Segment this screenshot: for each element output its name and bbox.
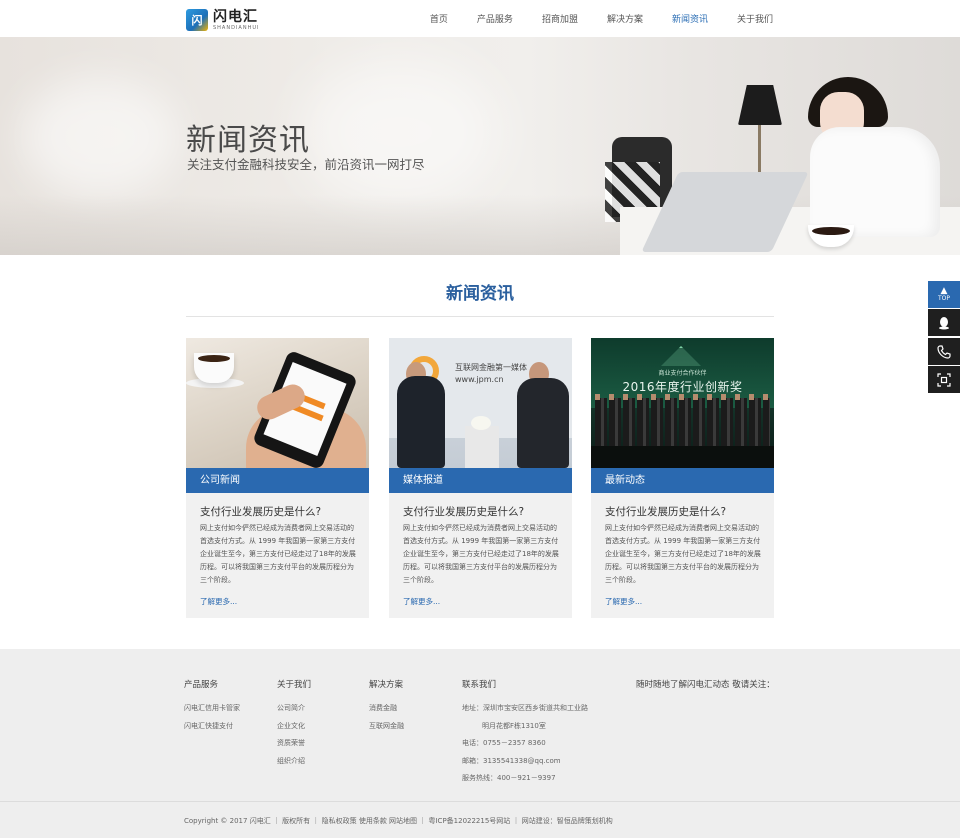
logo-mark-icon: 闪 bbox=[186, 9, 208, 31]
footer-heading: 产品服务 bbox=[184, 680, 219, 690]
logo-name: 闪电汇 bbox=[213, 8, 258, 25]
banner-coffee bbox=[812, 227, 850, 235]
banner-title: 新闻资讯 bbox=[186, 123, 310, 158]
footer-col-solutions: 解决方案 消费金融 互联网金融 bbox=[369, 678, 404, 735]
qr-code-icon bbox=[937, 372, 951, 387]
news-card-title[interactable]: 支付行业发展历史是什么? bbox=[200, 504, 321, 519]
footer-heading: 关于我们 bbox=[277, 680, 312, 690]
banner-lamp bbox=[738, 85, 782, 125]
qq-icon bbox=[939, 316, 949, 329]
footer-hotline: 服务热线：400－921－9397 bbox=[462, 774, 556, 782]
footer-divider bbox=[0, 801, 960, 802]
award-recipients-heads bbox=[595, 394, 770, 400]
news-card-more-link[interactable]: 了解更多... bbox=[403, 596, 440, 607]
footer-link[interactable]: 公司简介 bbox=[277, 700, 311, 718]
award-recipients bbox=[595, 398, 770, 448]
news-card-category[interactable]: 最新动态 bbox=[591, 468, 774, 493]
news-card-more-link[interactable]: 了解更多... bbox=[605, 596, 642, 607]
logo-text: 闪电汇 SHANDIANHUI bbox=[213, 10, 259, 31]
nav-home[interactable]: 首页 bbox=[430, 12, 448, 25]
nav-products[interactable]: 产品服务 bbox=[477, 12, 513, 25]
footer-email: 邮箱：3135541338@qq.com bbox=[462, 756, 561, 765]
interviewer bbox=[397, 376, 445, 468]
back-to-top-label: TOP bbox=[937, 295, 950, 302]
phone-button[interactable] bbox=[928, 338, 960, 365]
news-card-company[interactable]: 公司新闻 支付行业发展历史是什么? 网上支付如今俨然已经成为消费者网上交易活动的… bbox=[186, 338, 369, 618]
qr-code-button[interactable] bbox=[928, 366, 960, 393]
footer-address: 地址：深圳市宝安区西乡街道共和工业路 bbox=[462, 704, 588, 712]
backdrop-text: 互联网金融第一媒体 bbox=[455, 363, 527, 372]
footer-heading: 联系我们 bbox=[462, 680, 497, 690]
footer-col-about: 关于我们 公司简介 企业文化 资质荣誉 组织介绍 bbox=[277, 678, 311, 770]
flowers bbox=[471, 416, 491, 430]
nav-about[interactable]: 关于我们 bbox=[737, 12, 773, 25]
news-card-desc: 网上支付如今俨然已经成为消费者网上交易活动的首选支付方式。从 1999 年我国第… bbox=[200, 524, 356, 584]
site-footer: 产品服务 闪电汇信用卡管家 闪电汇快捷支付 关于我们 公司简介 企业文化 资质荣… bbox=[0, 649, 960, 838]
footer-link[interactable]: 组织介绍 bbox=[277, 753, 311, 771]
banner-bokeh bbox=[20, 77, 180, 197]
footer-col-contact: 联系我们 地址：深圳市宝安区西乡街道共和工业路 明月花都F栋1310室 电话：0… bbox=[462, 678, 588, 788]
main-nav: 首页 产品服务 招商加盟 解决方案 新闻资讯 关于我们 bbox=[401, 12, 773, 25]
footer-link[interactable]: 闪电汇信用卡管家 bbox=[184, 700, 240, 718]
news-card-desc: 网上支付如今俨然已经成为消费者网上交易活动的首选支付方式。从 1999 年我国第… bbox=[605, 524, 761, 584]
guest bbox=[517, 378, 569, 468]
logo[interactable]: 闪 闪电汇 SHANDIANHUI bbox=[186, 8, 259, 32]
footer-link[interactable]: 企业文化 bbox=[277, 718, 311, 736]
nav-solutions[interactable]: 解决方案 bbox=[607, 12, 643, 25]
footer-link[interactable]: 闪电汇快捷支付 bbox=[184, 718, 240, 736]
banner-person bbox=[810, 127, 940, 237]
back-to-top-button[interactable]: ▲ TOP bbox=[928, 281, 960, 308]
footer-heading: 解决方案 bbox=[369, 680, 404, 690]
coffee bbox=[198, 355, 230, 362]
section-title: 新闻资讯 bbox=[446, 284, 514, 304]
side-table bbox=[465, 426, 499, 468]
nav-franchise[interactable]: 招商加盟 bbox=[542, 12, 578, 25]
logo-pinyin: SHANDIANHUI bbox=[213, 24, 260, 31]
news-card-title[interactable]: 支付行业发展历史是什么? bbox=[605, 504, 726, 519]
news-card-media[interactable]: 互联网金融第一媒体 www.jpm.cn 媒体报道 支付行业发展历史是什么? 网… bbox=[389, 338, 572, 618]
site-header: 闪 闪电汇 SHANDIANHUI 首页 产品服务 招商加盟 解决方案 新闻资讯… bbox=[0, 0, 960, 37]
footer-copyright: Copyright © 2017 闪电汇 ｜ 版权所有 ｜ 隐私权政策 使用条款… bbox=[184, 817, 613, 825]
footer-follow-text: 随时随地了解闪电汇动态 敬请关注： bbox=[636, 680, 775, 690]
phone-icon bbox=[937, 344, 951, 359]
stage-subtitle: 商业支付合作伙伴 bbox=[658, 370, 707, 377]
footer-phone: 电话：0755－2357 8360 bbox=[462, 739, 546, 747]
nav-news[interactable]: 新闻资讯 bbox=[672, 12, 708, 25]
news-card-category[interactable]: 公司新闻 bbox=[186, 468, 369, 493]
qq-button[interactable] bbox=[928, 309, 960, 336]
news-card-image[interactable]: 互联网金融第一媒体 www.jpm.cn bbox=[389, 338, 572, 468]
news-card-more-link[interactable]: 了解更多... bbox=[200, 596, 237, 607]
stage-floor bbox=[591, 446, 774, 468]
backdrop-url: www.jpm.cn bbox=[455, 375, 504, 384]
footer-address-line2: 明月花都F栋1310室 bbox=[482, 721, 546, 730]
stage-title: 2016年度行业创新奖 bbox=[622, 380, 743, 394]
news-card-latest[interactable]: 商业支付合作伙伴 2016年度行业创新奖 最新动态 支付行业发展历史是什么? 网… bbox=[591, 338, 774, 618]
footer-link[interactable]: 互联网金融 bbox=[369, 718, 404, 736]
news-card-image[interactable]: 商业支付合作伙伴 2016年度行业创新奖 bbox=[591, 338, 774, 468]
banner-subtitle: 关注支付金融科技安全，前沿资讯一网打尽 bbox=[187, 157, 425, 172]
footer-link[interactable]: 消费金融 bbox=[369, 700, 404, 718]
news-card-image[interactable] bbox=[186, 338, 369, 468]
news-card-desc: 网上支付如今俨然已经成为消费者网上交易活动的首选支付方式。从 1999 年我国第… bbox=[403, 524, 559, 584]
footer-link[interactable]: 资质荣誉 bbox=[277, 735, 311, 753]
footer-col-products: 产品服务 闪电汇信用卡管家 闪电汇快捷支付 bbox=[184, 678, 240, 735]
news-card-title[interactable]: 支付行业发展历史是什么? bbox=[403, 504, 524, 519]
news-card-category[interactable]: 媒体报道 bbox=[389, 468, 572, 493]
banner-bokeh bbox=[300, 57, 500, 207]
hero-banner: 新闻资讯 关注支付金融科技安全，前沿资讯一网打尽 bbox=[0, 37, 960, 255]
section-divider bbox=[186, 316, 774, 317]
